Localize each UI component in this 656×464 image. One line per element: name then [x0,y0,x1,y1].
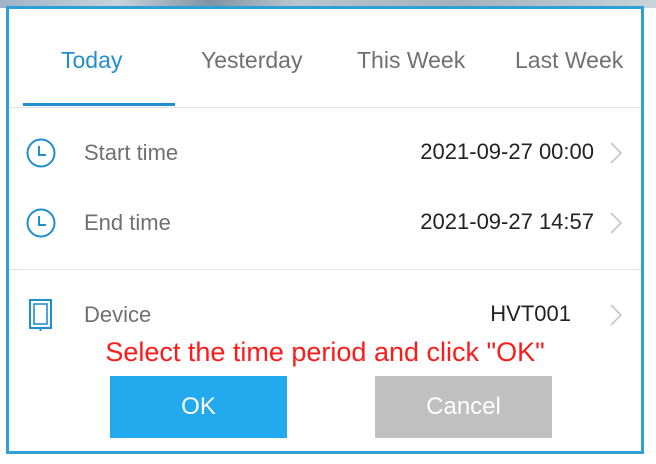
device-row[interactable]: Device HVT001 [9,285,641,345]
ok-button[interactable]: OK [110,376,287,438]
active-tab-indicator [23,103,175,106]
period-tabs: Today Yesterday This Week Last Week [9,9,641,108]
start-time-row[interactable]: Start time 2021-09-27 00:00 [9,123,641,183]
end-time-value: 2021-09-27 14:57 [420,209,594,234]
start-time-label: Start time [84,140,179,165]
device-icon [29,299,52,331]
device-label: Device [84,302,152,327]
chevron-right-icon [610,304,623,326]
tab-today[interactable]: Today [61,47,122,74]
chevron-right-icon [610,212,623,234]
clock-icon [26,138,56,168]
tab-last-week[interactable]: Last Week [515,47,623,74]
device-value: HVT001 [490,301,571,326]
tab-yesterday[interactable]: Yesterday [201,47,302,74]
end-time-row[interactable]: End time 2021-09-27 14:57 [9,193,641,253]
instruction-text: Select the time period and click "OK" [105,337,545,367]
section-divider [9,269,641,270]
tab-this-week[interactable]: This Week [357,47,465,74]
clock-icon [26,208,56,238]
end-time-label: End time [84,210,171,235]
chevron-right-icon [610,142,623,164]
time-filter-dialog: Today Yesterday This Week Last Week Star… [6,6,644,454]
start-time-value: 2021-09-27 00:00 [420,139,594,164]
cancel-button[interactable]: Cancel [375,376,552,438]
